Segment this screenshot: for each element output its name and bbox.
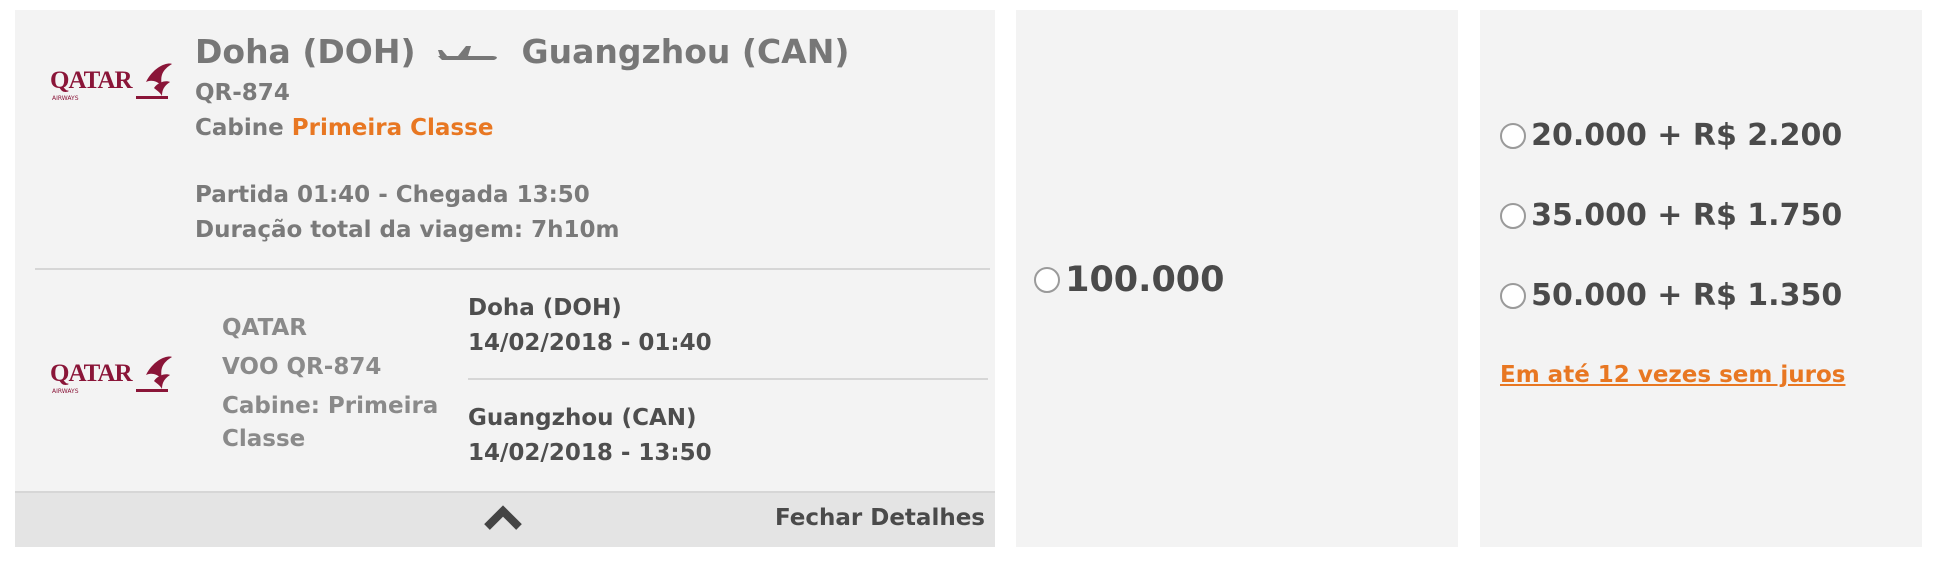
option-3-value: 50.000 + R$ 1.350 (1531, 278, 1843, 313)
destination-city: Guangzhou (CAN) (521, 32, 850, 71)
segment-flight: VOO QR-874 (222, 354, 382, 380)
segment-cabin-line1: Cabine: Primeira (222, 393, 439, 419)
points-value: 100.000 (1065, 260, 1225, 300)
points-option[interactable]: 100.000 (1034, 260, 1225, 300)
flight-number: QR-874 (195, 80, 290, 106)
qatar-airways-logo: QATAR AIRWAYS (50, 63, 172, 102)
points-only-panel: 100.000 (1016, 10, 1458, 547)
section-divider (35, 268, 990, 270)
cabin-class: Primeira Classe (291, 115, 494, 141)
points-plus-cash-panel: 20.000 + R$ 2.200 35.000 + R$ 1.750 50.0… (1480, 10, 1922, 547)
segment-cabin-line2: Classe (222, 426, 306, 452)
departure-datetime: 14/02/2018 - 01:40 (468, 330, 712, 356)
flight-details-panel: QATAR AIRWAYS Doha (DOH) Guangzhou (CAN)… (15, 10, 995, 547)
cabin-prefix: Cabine (195, 115, 284, 141)
option-1-value: 20.000 + R$ 2.200 (1531, 118, 1843, 153)
points-radio[interactable] (1034, 267, 1060, 293)
option-1-radio[interactable] (1500, 122, 1526, 149)
option-2-radio[interactable] (1500, 202, 1526, 229)
cabin-info: Cabine Primeira Classe (195, 115, 493, 141)
close-details-bar[interactable]: Fechar Detalhes (15, 493, 995, 547)
origin-city: Doha (DOH) (195, 32, 416, 71)
svg-text:QATAR: QATAR (50, 67, 134, 94)
svg-text:AIRWAYS: AIRWAYS (52, 95, 79, 102)
schedule: Partida 01:40 - Chegada 13:50 (195, 182, 590, 208)
points-cash-option-3[interactable]: 50.000 + R$ 1.350 (1500, 278, 1842, 313)
departure-city: Doha (DOH) (468, 295, 622, 321)
close-details-button[interactable]: Fechar Detalhes (775, 505, 985, 531)
option-2-value: 35.000 + R$ 1.750 (1531, 198, 1843, 233)
arrival-city: Guangzhou (CAN) (468, 405, 697, 431)
airplane-icon (437, 45, 497, 60)
arrival-datetime: 14/02/2018 - 13:50 (468, 440, 712, 466)
points-cash-option-1[interactable]: 20.000 + R$ 2.200 (1500, 118, 1842, 153)
chevron-up-icon[interactable] (483, 503, 523, 531)
svg-text:QATAR: QATAR (50, 360, 134, 387)
installments-link[interactable]: Em até 12 vezes sem juros (1500, 362, 1845, 388)
points-cash-option-2[interactable]: 35.000 + R$ 1.750 (1500, 198, 1842, 233)
qatar-airways-logo: QATAR AIRWAYS (50, 356, 172, 395)
option-3-radio[interactable] (1500, 282, 1526, 309)
trip-duration: Duração total da viagem: 7h10m (195, 217, 620, 243)
segment-divider (468, 378, 988, 380)
svg-text:AIRWAYS: AIRWAYS (52, 388, 79, 395)
route-title: Doha (DOH) Guangzhou (CAN) (195, 32, 849, 71)
segment-airline: QATAR (222, 315, 307, 341)
